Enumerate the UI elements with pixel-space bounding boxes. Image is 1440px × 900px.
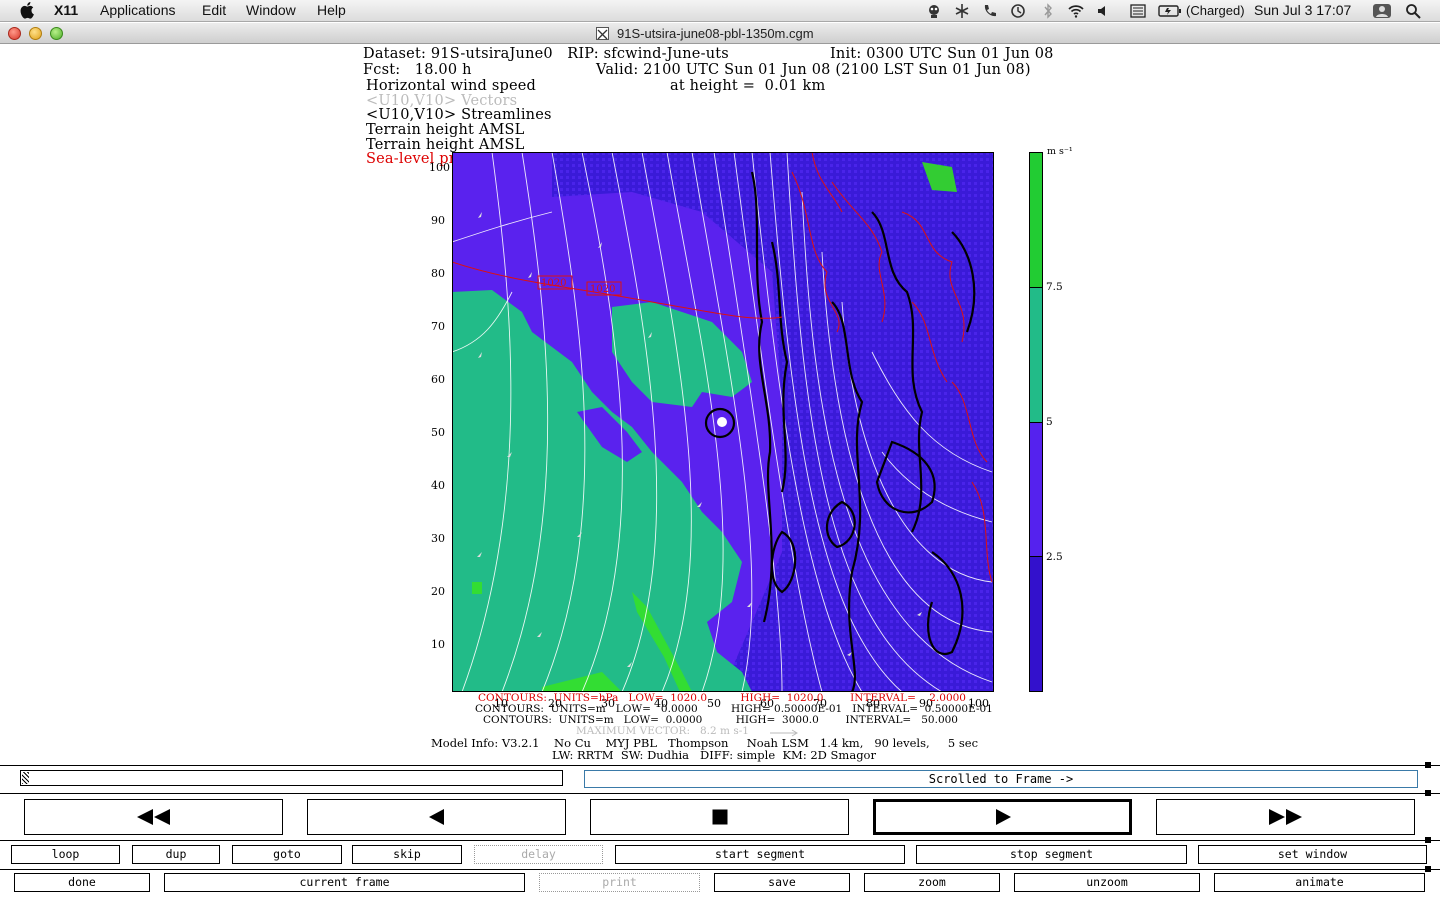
y-tick-90: 90 <box>431 214 445 227</box>
height-label: at height = 0.01 km <box>670 78 826 94</box>
resize-handle[interactable] <box>1425 837 1431 843</box>
volume-icon[interactable] <box>1096 3 1112 19</box>
minimize-button[interactable] <box>29 27 42 40</box>
fast-forward-icon <box>1268 809 1302 825</box>
isobar-label-1: 1020 <box>541 278 566 289</box>
wind-region-max-spot <box>472 582 482 594</box>
colorbar-label-7-5: 7.5 <box>1046 281 1063 293</box>
clock[interactable]: Sun Jul 3 17:07 <box>1254 2 1351 18</box>
close-button[interactable] <box>8 27 21 40</box>
current-frame-button[interactable]: current frame <box>164 873 525 892</box>
menu-edit[interactable]: Edit <box>202 2 226 18</box>
colorbar <box>1029 152 1043 692</box>
start-segment-button[interactable]: start segment <box>615 845 905 864</box>
y-tick-20: 20 <box>431 585 445 598</box>
separator-1 <box>0 765 1440 766</box>
y-tick-100: 100 <box>429 161 450 174</box>
unzoom-button[interactable]: unzoom <box>1014 873 1200 892</box>
colorbar-band-mid-high <box>1030 288 1042 423</box>
init-label: Init: 0300 UTC Sun 01 Jun 08 <box>830 46 1054 62</box>
wifi-icon[interactable] <box>1068 3 1084 19</box>
y-tick-70: 70 <box>431 320 445 333</box>
bluetooth-icon[interactable] <box>1040 3 1056 19</box>
forecast-label: Fcst: 18.00 h <box>363 62 472 78</box>
resize-handle[interactable] <box>1425 866 1431 872</box>
field-terrain-1: Terrain height AMSL <box>366 122 525 138</box>
play-icon <box>995 809 1011 825</box>
user-icon[interactable] <box>1372 3 1392 19</box>
menu-applications[interactable]: Applications <box>100 2 176 18</box>
stop-button[interactable] <box>590 799 849 835</box>
wind-speed-map: 1020 1020 <box>452 152 994 692</box>
model-physics: LW: RRTM SW: Dudhia DIFF: simple KM: 2D … <box>552 748 876 762</box>
separator-4 <box>0 869 1440 870</box>
fast-forward-button[interactable] <box>1156 799 1415 835</box>
y-tick-30: 30 <box>431 532 445 545</box>
step-backward-button[interactable] <box>307 799 566 835</box>
separator-2 <box>0 793 1440 794</box>
delay-button[interactable]: delay <box>474 845 603 864</box>
stop-icon <box>712 809 727 825</box>
done-button[interactable]: done <box>14 873 150 892</box>
site-marker <box>717 417 727 427</box>
window-title-bar: 91S-utsira-june08-pbl-1350m.cgm <box>0 23 1440 44</box>
sync-icon[interactable] <box>954 3 970 19</box>
fast-backward-button[interactable] <box>24 799 283 835</box>
stop-segment-button[interactable]: stop segment <box>916 845 1187 864</box>
separator-3 <box>0 840 1440 841</box>
apple-icon[interactable] <box>20 1 36 19</box>
menu-help[interactable]: Help <box>317 2 346 18</box>
y-tick-10: 10 <box>431 638 445 651</box>
keyboard-icon[interactable] <box>1130 3 1146 19</box>
colorbar-band-mid-low <box>1030 423 1042 557</box>
play-button[interactable] <box>873 799 1132 835</box>
y-tick-50: 50 <box>431 426 445 439</box>
fast-backward-icon <box>136 809 170 825</box>
zoom-view-button[interactable]: zoom <box>864 873 1000 892</box>
menu-window[interactable]: Window <box>246 2 296 18</box>
resize-handle[interactable] <box>1425 762 1431 768</box>
save-button[interactable]: save <box>714 873 850 892</box>
spotlight-search-icon[interactable] <box>1405 3 1421 19</box>
goto-button[interactable]: goto <box>232 845 342 864</box>
alien-icon[interactable] <box>926 3 942 19</box>
skip-button[interactable]: skip <box>352 845 462 864</box>
field-streamlines: <U10,V10> Streamlines <box>366 107 552 123</box>
y-tick-80: 80 <box>431 267 445 280</box>
animate-button[interactable]: animate <box>1214 873 1425 892</box>
x11-window-icon <box>596 27 609 40</box>
step-backward-icon <box>428 809 444 825</box>
dup-button[interactable]: dup <box>132 845 220 864</box>
time-machine-icon[interactable] <box>1010 3 1026 19</box>
isobar-label-2: 1020 <box>590 284 615 295</box>
colorbar-label-5: 5 <box>1046 416 1053 428</box>
frame-slider-thumb[interactable] <box>22 772 29 784</box>
colorbar-band-low <box>1030 557 1042 691</box>
zoom-button[interactable] <box>50 27 63 40</box>
menu-bar: X11 Applications Edit Window Help (Charg… <box>0 0 1440 22</box>
y-tick-60: 60 <box>431 373 445 386</box>
menu-app-name[interactable]: X11 <box>54 2 78 18</box>
colorbar-band-high <box>1030 153 1042 288</box>
resize-handle[interactable] <box>1425 790 1431 796</box>
battery-status: (Charged) <box>1186 3 1245 18</box>
loop-button[interactable]: loop <box>11 845 120 864</box>
window-title: 91S-utsira-june08-pbl-1350m.cgm <box>617 26 814 41</box>
dataset-label: Dataset: 91S-utsiraJune0 RIP: sfcwind-Ju… <box>363 46 729 62</box>
battery-icon[interactable] <box>1158 3 1182 19</box>
set-window-button[interactable]: set window <box>1198 845 1427 864</box>
colorbar-label-2-5: 2.5 <box>1046 551 1063 563</box>
valid-label: Valid: 2100 UTC Sun 01 Jun 08 (2100 LST … <box>596 62 1031 78</box>
field-wind-speed: Horizontal wind speed <box>366 78 537 94</box>
phone-icon[interactable] <box>982 3 998 19</box>
y-tick-40: 40 <box>431 479 445 492</box>
frame-status: Scrolled to Frame -> <box>584 770 1418 788</box>
print-button[interactable]: print <box>539 873 700 892</box>
colorbar-units: m s⁻¹ <box>1047 146 1073 157</box>
frame-slider[interactable] <box>20 770 563 786</box>
